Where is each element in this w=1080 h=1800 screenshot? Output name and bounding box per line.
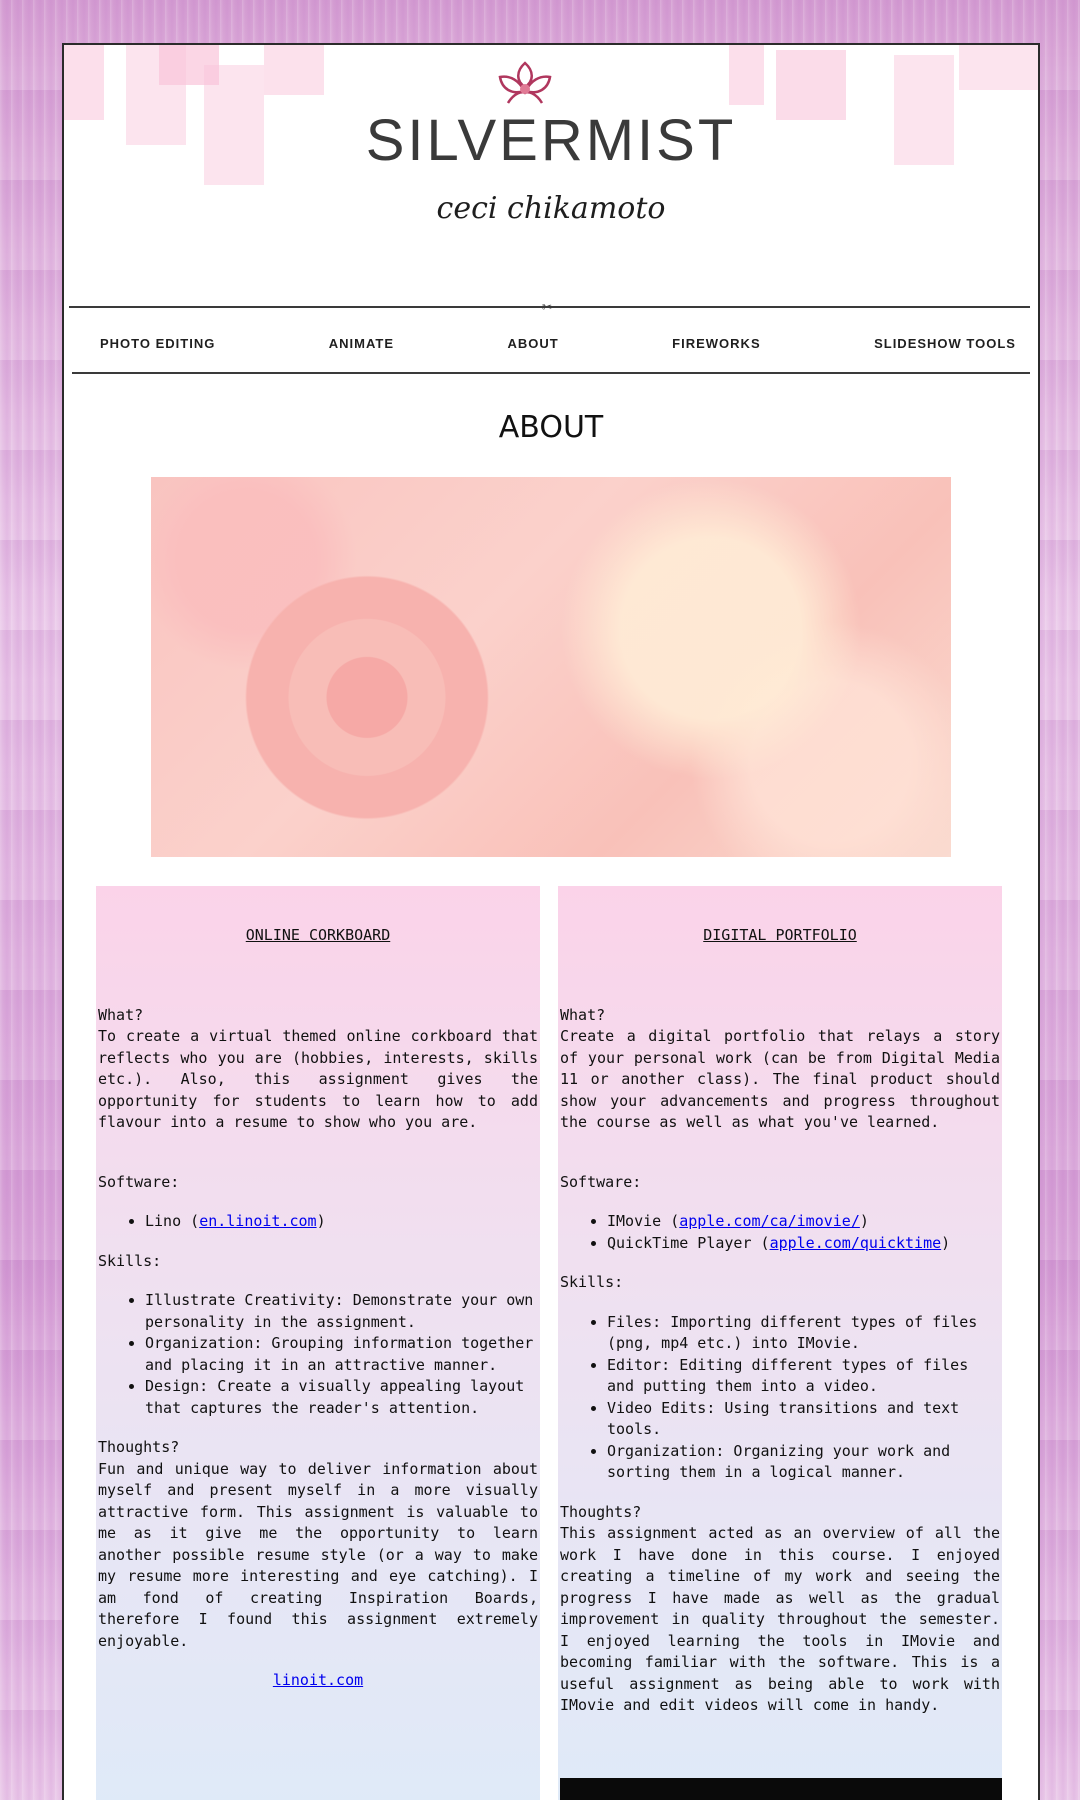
what-label: What? — [560, 1005, 606, 1024]
skills-list: Illustrate Creativity: Demonstrate your … — [98, 1290, 538, 1419]
card-title: ONLINE CORKBOARD — [245, 926, 391, 944]
thoughts-label: Thoughts? — [560, 1502, 642, 1521]
lotus-logo-icon — [498, 61, 552, 104]
software-label: Software: — [98, 1172, 180, 1191]
card-title: DIGITAL PORTFOLIO — [703, 926, 857, 944]
skills-list: Files: Importing different types of file… — [560, 1312, 1000, 1484]
list-item: Files: Importing different types of file… — [607, 1312, 1000, 1355]
brand-title: SILVERMIST — [365, 108, 737, 173]
list-item: Video Edits: Using transitions and text … — [607, 1398, 1000, 1441]
software-link[interactable]: apple.com/ca/imovie/ — [679, 1212, 860, 1230]
nav-item-about[interactable]: ABOUT — [508, 325, 559, 363]
decor-square — [959, 45, 1038, 90]
thoughts-label: Thoughts? — [98, 1438, 180, 1456]
software-name: IMovie ( — [607, 1212, 680, 1230]
list-item: Design: Create a visually appealing layo… — [145, 1376, 538, 1419]
list-item: Illustrate Creativity: Demonstrate your … — [145, 1290, 538, 1333]
what-text: To create a virtual themed online corkbo… — [98, 1027, 538, 1131]
software-suffix: ) — [941, 1233, 951, 1252]
software-list: Lino (en.linoit.com) — [98, 1211, 538, 1233]
decor-square — [264, 45, 324, 95]
software-list: IMovie (apple.com/ca/imovie/) QuickTime … — [560, 1211, 1000, 1254]
nav-item-photo-editing[interactable]: PHOTO EDITING — [100, 325, 215, 363]
skills-label: Skills: — [98, 1251, 162, 1270]
list-item: Organization: Grouping information toget… — [145, 1333, 538, 1376]
nav-item-fireworks[interactable]: FIREWORKS — [672, 325, 760, 363]
divider — [72, 372, 1030, 374]
nav-item-animate[interactable]: ANIMATE — [329, 325, 394, 363]
main-nav: PHOTO EDITING ANIMATE ABOUT FIREWORKS SL… — [64, 325, 1038, 363]
software-suffix: ) — [859, 1212, 869, 1230]
decor-square — [729, 45, 764, 105]
card-online-corkboard: ONLINE CORKBOARD What? To create a virtu… — [96, 886, 540, 1800]
software-suffix: ) — [316, 1212, 326, 1230]
signature-name: ceci chikamoto — [436, 191, 666, 226]
site-header: SILVERMIST ceci chikamoto ✂ PHOTO EDITIN… — [64, 45, 1038, 351]
list-item: Organization: Organizing your work and s… — [607, 1441, 1000, 1484]
page-container: SILVERMIST ceci chikamoto ✂ PHOTO EDITIN… — [62, 43, 1040, 1800]
card-digital-portfolio: DIGITAL PORTFOLIO What? Create a digital… — [558, 886, 1002, 1800]
software-link[interactable]: apple.com/quicktime — [770, 1234, 942, 1252]
page-title: ABOUT — [498, 410, 604, 445]
list-item: IMovie (apple.com/ca/imovie/) — [607, 1211, 1000, 1233]
software-link[interactable]: en.linoit.com — [199, 1212, 316, 1230]
software-name: Lino ( — [145, 1212, 200, 1230]
linoit-link[interactable]: linoit.com — [273, 1671, 363, 1689]
list-item: Lino (en.linoit.com) — [145, 1211, 538, 1233]
rose-banner-image — [151, 477, 951, 857]
divider-ornament-icon: ✂ — [542, 300, 553, 314]
thoughts-text: This assignment acted as an overview of … — [560, 1524, 1000, 1714]
what-label: What? — [98, 1005, 144, 1024]
what-text: Create a digital portfolio that relays a… — [560, 1027, 1000, 1131]
skills-label: Skills: — [560, 1273, 624, 1291]
list-item: QuickTime Player (apple.com/quicktime) — [607, 1233, 1000, 1255]
software-name: QuickTime Player ( — [607, 1233, 770, 1252]
video-player[interactable] — [560, 1778, 1002, 1800]
list-item: Editor: Editing different types of files… — [607, 1355, 1000, 1398]
software-label: Software: — [560, 1172, 642, 1191]
thoughts-text: Fun and unique way to deliver informatio… — [98, 1459, 538, 1650]
nav-item-slideshow-tools[interactable]: SLIDESHOW TOOLS — [874, 325, 1016, 363]
